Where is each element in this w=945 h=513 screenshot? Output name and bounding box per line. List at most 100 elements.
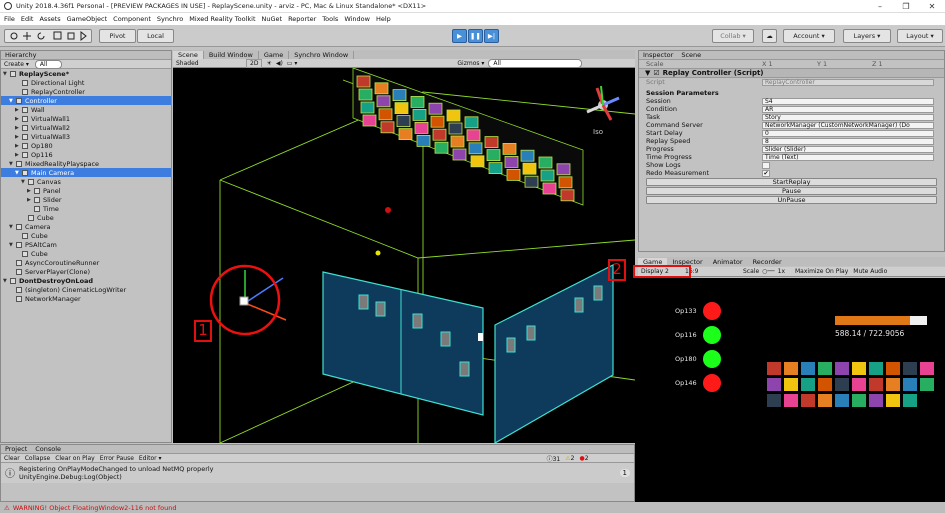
foldout-arrow-icon[interactable]: ▶: [27, 197, 34, 203]
inspector-field-value[interactable]: [762, 161, 770, 169]
tab-game[interactable]: Game: [259, 50, 290, 59]
hierarchy-item[interactable]: Time: [1, 204, 171, 213]
foldout-arrow-icon[interactable]: ▶: [15, 143, 22, 149]
menu-component[interactable]: Component: [113, 15, 151, 23]
gizmos-dropdown[interactable]: Gizmos ▾: [457, 60, 484, 67]
tab-console[interactable]: Console: [35, 445, 61, 453]
tab-recorder[interactable]: Recorder: [748, 258, 787, 266]
console-warning-count[interactable]: ⚠2: [565, 455, 574, 462]
inspector-field-value[interactable]: Time (Text): [762, 153, 934, 161]
hierarchy-item[interactable]: ▶ VirtualWall3: [1, 132, 171, 141]
hierarchy-item[interactable]: ▼ Controller: [1, 96, 171, 105]
aspect-dropdown[interactable]: 16:9: [685, 268, 743, 275]
pause-replay-button[interactable]: Pause: [646, 187, 937, 195]
camera-gizmo[interactable]: [209, 264, 287, 336]
tab-project[interactable]: Project: [5, 445, 27, 453]
menu-nuget[interactable]: NuGet: [262, 15, 283, 23]
hierarchy-item[interactable]: ▶ Wall: [1, 105, 171, 114]
foldout-arrow-icon[interactable]: ▼: [9, 98, 16, 104]
foldout-arrow-icon[interactable]: ▼: [15, 170, 22, 176]
orientation-gizmo[interactable]: [586, 85, 620, 121]
hierarchy-item[interactable]: ▶ VirtualWall2: [1, 123, 171, 132]
menu-window[interactable]: Window: [344, 15, 370, 23]
inspector-field-value[interactable]: 0: [762, 129, 934, 137]
console-error-count[interactable]: ●2: [579, 455, 588, 462]
hierarchy-item[interactable]: ReplayController: [1, 87, 171, 96]
hierarchy-create-button[interactable]: Create ▾: [4, 61, 29, 68]
foldout-arrow-icon[interactable]: ▼: [9, 224, 16, 230]
minimize-button[interactable]: –: [867, 2, 893, 11]
transform-tools[interactable]: [4, 29, 92, 43]
hierarchy-item[interactable]: AsyncCoroutineRunner: [1, 258, 171, 267]
inspector-field-value[interactable]: Story: [762, 113, 934, 121]
inspector-field-value[interactable]: 8: [762, 137, 934, 145]
console-collapse-button[interactable]: Collapse: [25, 455, 51, 462]
shading-dropdown[interactable]: Shaded: [176, 60, 246, 67]
inspector-field-value[interactable]: Slider (Slider): [762, 145, 934, 153]
maximize-button[interactable]: ❐: [893, 2, 919, 11]
foldout-arrow-icon[interactable]: ▼: [3, 71, 10, 77]
menu-synchro[interactable]: Synchro: [157, 15, 183, 23]
step-button[interactable]: ▶|: [484, 29, 499, 43]
hierarchy-tab[interactable]: Hierarchy: [1, 51, 171, 60]
foldout-arrow-icon[interactable]: ▼: [21, 179, 28, 185]
hierarchy-item[interactable]: ▼ PSAltCam: [1, 240, 171, 249]
pivot-button[interactable]: Pivot: [99, 29, 136, 43]
collab-button[interactable]: Collab ▾: [712, 29, 754, 43]
console-entry[interactable]: ⓘ Registering OnPlayModeChanged to unloa…: [1, 463, 634, 483]
console-clear-button[interactable]: Clear: [4, 455, 20, 462]
hierarchy-item[interactable]: (singleton) CinematicLogWriter: [1, 285, 171, 294]
foldout-arrow-icon[interactable]: ▶: [15, 107, 22, 113]
start-replay-button[interactable]: StartReplay: [646, 178, 937, 186]
tab-synchro-window[interactable]: Synchro Window: [289, 50, 355, 59]
console-clear-on-play-button[interactable]: Clear on Play: [55, 455, 95, 462]
foldout-arrow-icon[interactable]: ▶: [15, 116, 22, 122]
menu-help[interactable]: Help: [376, 15, 391, 23]
foldout-arrow-icon[interactable]: ▶: [15, 152, 22, 158]
effects-toggle-icon[interactable]: ▭ ▾: [287, 60, 298, 67]
menu-tools[interactable]: Tools: [322, 15, 338, 23]
hierarchy-item[interactable]: Directional Light: [1, 78, 171, 87]
hierarchy-item[interactable]: ▼ ReplayScene*: [1, 69, 171, 78]
hierarchy-item[interactable]: NetworkManager: [1, 294, 171, 303]
hierarchy-item[interactable]: ▼ Canvas: [1, 177, 171, 186]
audio-toggle-icon[interactable]: ◀): [276, 60, 283, 67]
scene-search-input[interactable]: All: [488, 58, 582, 68]
inspector-field-value[interactable]: S4: [762, 97, 934, 105]
hierarchy-item[interactable]: ▼ Main Camera: [1, 168, 171, 177]
layers-button[interactable]: Layers ▾: [843, 29, 891, 43]
tab-scene-inspector[interactable]: Scene: [681, 51, 701, 59]
menu-file[interactable]: File: [4, 15, 15, 23]
menu-gameobject[interactable]: GameObject: [67, 15, 108, 23]
unpause-replay-button[interactable]: UnPause: [646, 196, 937, 204]
menu-mixed-reality-toolkit[interactable]: Mixed Reality Toolkit: [189, 15, 255, 23]
console-editor-dropdown[interactable]: Editor ▾: [139, 455, 162, 462]
menu-reporter[interactable]: Reporter: [288, 15, 316, 23]
scale-z[interactable]: Z 1: [872, 60, 927, 68]
hierarchy-item[interactable]: ▼ Camera: [1, 222, 171, 231]
hierarchy-item[interactable]: ▶ Op116: [1, 150, 171, 159]
maximize-on-play-toggle[interactable]: Maximize On Play: [795, 268, 848, 275]
hierarchy-search-input[interactable]: All: [34, 59, 63, 69]
console-log-count[interactable]: ⓘ31: [547, 454, 561, 463]
mute-audio-toggle[interactable]: Mute Audio: [853, 268, 887, 275]
menu-assets[interactable]: Assets: [39, 15, 60, 23]
scene-view[interactable]: Iso: [173, 50, 635, 443]
2d-toggle[interactable]: 2D: [246, 58, 263, 68]
scale-slider[interactable]: ○──: [762, 268, 774, 275]
tab-animator[interactable]: Animator: [708, 258, 748, 266]
tab-scene[interactable]: Scene: [173, 50, 204, 59]
light-toggle-icon[interactable]: ☀: [266, 60, 271, 67]
scale-y[interactable]: Y 1: [817, 60, 872, 68]
hierarchy-item[interactable]: Cube: [1, 249, 171, 258]
pause-button[interactable]: ❚❚: [468, 29, 483, 43]
hierarchy-item[interactable]: ▼ MixedRealityPlayspace: [1, 159, 171, 168]
component-foldout-icon[interactable]: ▼: [645, 69, 650, 77]
local-button[interactable]: Local: [137, 29, 174, 43]
tab-build-window[interactable]: Build Window: [204, 50, 259, 59]
foldout-arrow-icon[interactable]: ▼: [3, 278, 10, 284]
hierarchy-item[interactable]: ▼ DontDestroyOnLoad: [1, 276, 171, 285]
close-button[interactable]: ✕: [919, 2, 945, 11]
cloud-button[interactable]: ☁: [762, 29, 777, 43]
console-error-pause-button[interactable]: Error Pause: [100, 455, 134, 462]
